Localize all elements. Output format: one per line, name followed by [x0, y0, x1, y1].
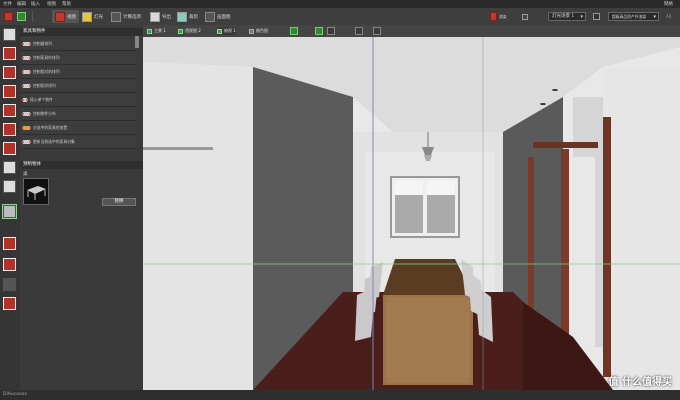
monitor-icon[interactable] [593, 13, 600, 20]
tab-main-view[interactable]: 主景 1 [147, 27, 166, 35]
tab-color-map[interactable]: 颜色图 [249, 27, 268, 35]
quality-dropdown[interactable]: 超级高品质产外渲染 [608, 12, 659, 21]
watermark: 值 什么值得买 [608, 377, 672, 388]
render-mode-button[interactable] [315, 27, 323, 35]
tab-top-view[interactable]: 俯视 1 [217, 27, 236, 35]
menu-insert[interactable]: 插入 [31, 1, 40, 7]
forward-button[interactable] [17, 10, 26, 23]
crop-icon [177, 11, 187, 22]
back-icon [4, 12, 13, 21]
tool-cabinet-icon[interactable] [3, 161, 16, 174]
render-button[interactable]: 渲染 [490, 10, 507, 23]
camera-icon [217, 28, 222, 34]
tool-floor-icon[interactable] [3, 123, 16, 136]
panel-scrollbar[interactable] [135, 36, 139, 48]
compute-button[interactable]: 计算选项 [111, 10, 141, 23]
tool-window-icon[interactable] [3, 85, 16, 98]
menu-edit[interactable]: 编辑 [17, 1, 26, 7]
back-button[interactable] [4, 10, 13, 23]
panel-item[interactable]: 对选中的家具的放置 [21, 121, 136, 135]
render-label: 渲染 [499, 13, 507, 19]
tool-measure-icon[interactable] [3, 278, 16, 291]
crop-label: 裁剪 [189, 14, 198, 20]
panel-item[interactable]: 控制相邻排列 [21, 79, 136, 93]
eye-button[interactable] [327, 27, 335, 35]
tool-table-icon[interactable] [2, 204, 17, 219]
update-icon [22, 139, 31, 144]
view-icon [55, 11, 65, 22]
3d-viewport[interactable] [143, 37, 680, 390]
export-icon [150, 11, 160, 22]
panel-item[interactable]: 控制器排列 [21, 37, 136, 51]
arrange-icon [22, 83, 31, 88]
tool-stairs-icon[interactable] [3, 142, 16, 155]
render-icon [490, 12, 497, 21]
scene-render [143, 37, 680, 390]
tool-wall-icon[interactable] [3, 47, 16, 60]
export-button[interactable]: 导出 [150, 10, 171, 23]
light-label: 灯光 [94, 14, 103, 20]
table-thumbnail[interactable] [23, 178, 49, 205]
compute-icon [111, 11, 121, 22]
tool-roof-icon[interactable] [3, 237, 16, 250]
main-toolbar: 视图 灯光 计算选项 导出 裁剪 画面图 渲染 灯光场景 1 超级高品质产外渲染… [0, 8, 680, 26]
view-label: 视图 [67, 14, 76, 20]
menu-grid[interactable]: 网格 [664, 1, 673, 7]
ar-label: AR [666, 14, 672, 19]
light-scene-dropdown[interactable]: 灯光场景 1 [548, 12, 586, 21]
left-tool-strip [0, 25, 21, 390]
menu-bar: 文件 编辑 插入 视图 帮助 网格 [0, 0, 680, 8]
panel-item[interactable]: 控制物件分布 [21, 107, 136, 121]
tool-column-icon[interactable] [3, 258, 16, 271]
image-icon [205, 11, 215, 22]
export-label: 导出 [162, 14, 171, 20]
insert-icon [22, 97, 28, 102]
expand-button[interactable] [355, 27, 363, 35]
palette-icon [249, 28, 254, 34]
panel-item[interactable]: 插入单个物件 [21, 93, 136, 107]
camera-icon[interactable] [522, 14, 528, 20]
arrange-icon [22, 69, 31, 74]
status-bar: DiAucanxx [0, 390, 680, 400]
toolbar-divider [32, 11, 33, 22]
arrange-icon [22, 55, 31, 60]
panel-title: 家具和物件 [20, 28, 143, 36]
tab-perspective[interactable]: 透视图 2 [178, 27, 201, 35]
menu-view[interactable]: 视图 [47, 1, 56, 7]
distribute-icon [22, 111, 31, 116]
light-button[interactable]: 灯光 [82, 10, 103, 23]
tool-box-icon[interactable] [3, 180, 16, 193]
move-button[interactable] [373, 27, 381, 35]
image-label: 画面图 [217, 14, 231, 20]
image-button[interactable]: 画面图 [205, 10, 231, 23]
replace-button[interactable]: 替换 [102, 198, 136, 206]
camera-icon [147, 28, 152, 34]
tool-door-icon[interactable] [3, 66, 16, 79]
panel-item[interactable]: 控制相对的排列 [21, 65, 136, 79]
compute-label: 计算选项 [123, 14, 141, 20]
arrange-icon [22, 41, 31, 46]
place-icon [22, 125, 31, 130]
tool-furniture-icon[interactable] [3, 28, 16, 41]
section-subtitle: 桌 [23, 172, 28, 177]
table-preview-icon [27, 186, 46, 200]
camera-icon [178, 28, 183, 34]
section-title: 预制物体 [20, 161, 143, 169]
light-icon [82, 11, 92, 22]
forward-icon [17, 12, 26, 21]
furniture-panel: 家具和物件 控制器排列 控制家具的排列 控制相对的排列 控制相邻排列 插入单个物… [20, 25, 144, 390]
grid-button[interactable] [290, 27, 298, 35]
panel-item[interactable]: 更新当前选中的家具对象 [21, 135, 136, 149]
menu-file[interactable]: 文件 [3, 1, 12, 7]
tool-dimension-icon[interactable] [3, 297, 16, 310]
menu-help[interactable]: 帮助 [62, 1, 71, 7]
tool-room-icon[interactable] [3, 104, 16, 117]
crop-button[interactable]: 裁剪 [177, 10, 198, 23]
view-button[interactable]: 视图 [52, 10, 79, 23]
panel-item[interactable]: 控制家具的排列 [21, 51, 136, 65]
status-text: DiAucanxx [3, 392, 28, 397]
